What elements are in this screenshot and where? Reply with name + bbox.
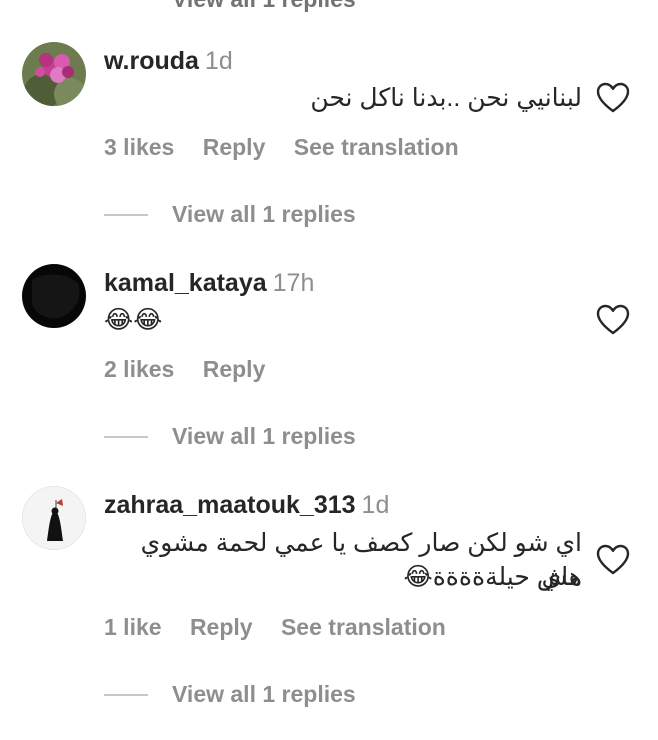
like-heart-icon[interactable] <box>596 304 630 336</box>
comment-text-line-2: مش حيلةةةةة😂 <box>403 563 583 591</box>
like-heart-icon[interactable] <box>596 82 630 114</box>
replies-divider-line <box>104 693 148 696</box>
reply-button[interactable]: Reply <box>190 614 253 640</box>
likes-count[interactable]: 3 likes <box>104 134 174 160</box>
username-line: w.rouda 1d <box>104 46 233 76</box>
avatar[interactable] <box>22 486 86 550</box>
reply-button[interactable]: Reply <box>203 356 266 382</box>
username[interactable]: zahraa_maatouk_313 <box>104 491 356 519</box>
comment-actions: 2 likes Reply <box>104 356 287 383</box>
timestamp: 1d <box>361 491 390 519</box>
timestamp: 1d <box>204 47 233 75</box>
view-replies-label: View all 1 replies <box>172 0 356 12</box>
comment-text: لبنانيي نحن ..بدنا ناكل نحن <box>310 84 582 112</box>
view-replies-label: View all 1 replies <box>172 681 356 707</box>
view-replies-label: View all 1 replies <box>172 423 356 449</box>
timestamp: 17h <box>272 269 315 297</box>
comment-text: 😂😂 <box>104 303 582 337</box>
likes-count[interactable]: 2 likes <box>104 356 174 382</box>
view-replies-button[interactable]: View all 1 replies <box>104 201 356 228</box>
replies-divider-line <box>104 213 148 216</box>
view-replies-label: View all 1 replies <box>172 201 356 227</box>
avatar[interactable] <box>22 42 86 106</box>
username-line: kamal_kataya 17h <box>104 268 314 298</box>
comment-text-value: 😂😂 <box>104 306 163 334</box>
view-replies-button[interactable]: View all 1 replies <box>104 423 356 450</box>
comment-actions: 1 like Reply See translation <box>104 614 468 641</box>
likes-count[interactable]: 1 like <box>104 614 162 640</box>
view-replies-button[interactable]: View all 1 replies <box>104 681 356 708</box>
avatar[interactable] <box>22 264 86 328</box>
like-heart-icon[interactable] <box>596 544 630 576</box>
see-translation-button[interactable]: See translation <box>294 134 459 160</box>
username-line: zahraa_maatouk_313 1d <box>104 490 389 520</box>
see-translation-button[interactable]: See translation <box>281 614 446 640</box>
view-replies-partial[interactable]: View all 1 replies <box>172 0 356 11</box>
replies-divider-line <box>104 435 148 438</box>
username[interactable]: kamal_kataya <box>104 269 267 297</box>
username[interactable]: w.rouda <box>104 47 199 75</box>
comment-actions: 3 likes Reply See translation <box>104 134 481 161</box>
reply-button[interactable]: Reply <box>203 134 266 160</box>
